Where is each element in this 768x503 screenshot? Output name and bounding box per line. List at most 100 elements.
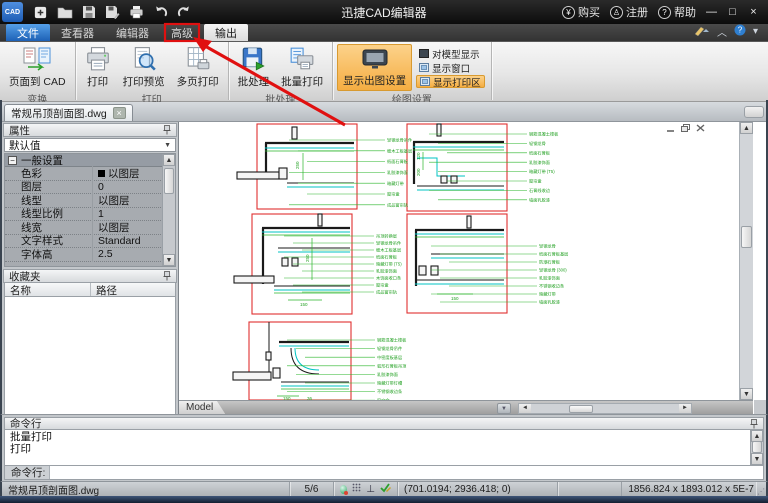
mdi-controls [666,124,705,132]
svg-text:成品窗帘轨: 成品窗帘轨 [376,289,398,296]
mdi-restore-icon[interactable] [681,124,690,132]
print-button[interactable]: 打印 [80,44,116,91]
favorites-list[interactable] [4,297,176,415]
ortho-icon[interactable]: ⊥ [366,484,375,495]
tab-overflow-button[interactable] [744,106,764,118]
pin-icon[interactable] [163,271,171,281]
svg-text:暗藏灯带 (T5): 暗藏灯带 (T5) [376,261,402,268]
toggle-display-window[interactable]: 显示窗口 [416,61,485,75]
status-drawing-size: 1856.824 x 1893.012 x 5E-7 [621,482,756,496]
svg-text:墙面乳胶漆: 墙面乳胶漆 [539,299,560,306]
document-close-icon[interactable]: × [112,107,126,119]
scroll-down-icon[interactable]: ▼ [740,388,753,400]
pin-icon[interactable] [163,125,171,135]
svg-text:?: ? [738,26,743,35]
batch-print-button[interactable]: 批量打印 [276,44,328,91]
group-print: 打印 打印预览 多页打印 打印 [76,42,229,106]
style-icon[interactable] [694,25,710,39]
command-input[interactable] [49,466,763,479]
save-icon[interactable] [82,5,96,19]
svg-text:纸面石膏板基层: 纸面石膏板基层 [539,251,568,258]
minimize-button[interactable]: — [703,5,720,20]
help-dropdown-icon[interactable]: ▾ [753,26,758,37]
plot-toggles: 对模型显示 显示窗口 显示打印区 [414,44,487,91]
multipage-print-button[interactable]: 多页打印 [172,44,224,91]
maximize-button[interactable]: □ [724,5,741,20]
mdi-minimize-icon[interactable] [666,124,675,132]
print-icon [86,47,109,71]
batch-process-icon [243,47,266,71]
svg-text:木饰面收口条: 木饰面收口条 [376,275,402,282]
pin-icon[interactable] [750,418,758,429]
close-button[interactable]: × [745,5,762,20]
new-file-icon[interactable] [33,5,48,20]
properties-scrollbar[interactable]: ▲ ▼ [162,154,175,266]
status-page-indicator: 5/6 [290,482,334,496]
draw-check-icon[interactable] [380,482,391,496]
properties-header: 属性 [3,123,177,137]
svg-text:轻钢龙骨吊件: 轻钢龙骨吊件 [376,240,401,247]
buy-button[interactable]: ¥ 购买 [559,4,603,20]
vp1-annotations: 轻钢龙骨吊件细木工板基层纸面石膏板乳胶漆饰面暗藏灯带窗帘盒成品窗帘轨 [289,137,412,208]
scroll-down-icon[interactable]: ▼ [751,453,763,465]
command-scrollbar[interactable]: ▲ ▼ [750,430,763,465]
tab-output[interactable]: 输出 [204,24,248,41]
scroll-right-icon[interactable]: ► [679,403,691,413]
svg-text:窗帘盒: 窗帘盒 [376,282,389,289]
favorites-header: 收藏夹 [3,269,177,283]
snap-grid-icon[interactable] [352,483,361,495]
collapse-section-icon[interactable]: − [8,155,17,165]
model-tab[interactable]: Model [179,401,226,414]
redo-icon[interactable] [177,5,192,19]
scroll-left-icon[interactable]: ◄ [519,403,531,413]
drawing-canvas[interactable]: 250 120 200 250 150 150 150 36 轻钢龙骨吊件 细木… [179,122,753,400]
help-button[interactable]: ? 帮助 [655,4,699,20]
favorites-col-name[interactable]: 名称 [5,283,91,297]
svg-text:乳胶漆饰面: 乳胶漆饰面 [376,268,397,275]
batch-process-button[interactable]: 批处理 [233,44,275,91]
status-coordinates: (701.0194; 2936.418; 0) [398,482,558,496]
svg-text:120: 120 [416,152,421,160]
scroll-down-icon[interactable]: ▼ [163,254,175,266]
favorites-columns: 名称 路径 [4,283,176,297]
open-file-icon[interactable] [57,5,73,19]
toggle-display-printarea[interactable]: 显示打印区 [416,75,485,89]
scroll-up-icon[interactable]: ▲ [740,122,753,134]
svg-text:吊顶转换层: 吊顶转换层 [376,233,397,240]
document-tab-bar: 常规吊顶剖面图.dwg × [0,102,768,122]
undo-icon[interactable] [153,5,168,19]
canvas-vertical-scrollbar[interactable]: ▲ ▼ [739,122,753,400]
canvas-horizontal-scrollbar[interactable]: ◄ ► [518,402,692,414]
layout-dropdown-button[interactable]: ▼ [497,403,511,414]
document-tab[interactable]: 常规吊顶剖面图.dwg × [4,104,133,121]
command-panel: 命令行 批量打印 打印 ▲ ▼ 命令行: [0,414,768,481]
save-as-icon[interactable] [105,5,120,19]
register-button[interactable]: ♙ 注册 [607,4,651,20]
toggle-model-display[interactable]: 对模型显示 [416,47,485,61]
svg-text:暗藏灯带灯槽: 暗藏灯带灯槽 [377,380,403,387]
tab-file[interactable]: 文件 [6,24,50,41]
cad-drawing: 250 120 200 250 150 150 150 36 轻钢龙骨吊件细木工… [232,123,568,400]
vp5-detail: 150 36 [232,322,349,400]
help-round-icon[interactable]: ? [734,24,746,39]
properties-preset-dropdown[interactable]: 默认值 ▼ [4,138,176,152]
svg-text:轻钢龙骨: 轻钢龙骨 [529,140,546,147]
favorites-col-path[interactable]: 路径 [91,283,175,297]
plot-settings-button[interactable]: 显示出图设置 [337,44,413,91]
tab-advanced[interactable]: 高级 [160,24,204,41]
svg-text:钢筋混凝土楼板: 钢筋混凝土楼板 [529,131,559,138]
scroll-up-icon[interactable]: ▲ [163,154,175,166]
command-history[interactable]: 批量打印 打印 ▲ ▼ [4,430,764,466]
app-logo-icon: CAD [2,2,23,22]
resize-grip[interactable]: ⋰ [756,482,766,496]
collapse-ribbon-icon[interactable]: ︿ [717,24,727,39]
window-border-bottom [0,496,768,503]
tab-viewer[interactable]: 查看器 [50,24,105,41]
print-preview-button[interactable]: 打印预览 [118,44,170,91]
tab-editor[interactable]: 编辑器 [105,24,160,41]
mdi-close-icon[interactable] [696,124,705,132]
print-quick-icon[interactable] [129,5,144,19]
property-row[interactable]: 字体高 2.5 [5,246,175,262]
page-to-cad-button[interactable]: 页面到 CAD [4,44,71,91]
render-mode-icon[interactable] [340,484,349,495]
